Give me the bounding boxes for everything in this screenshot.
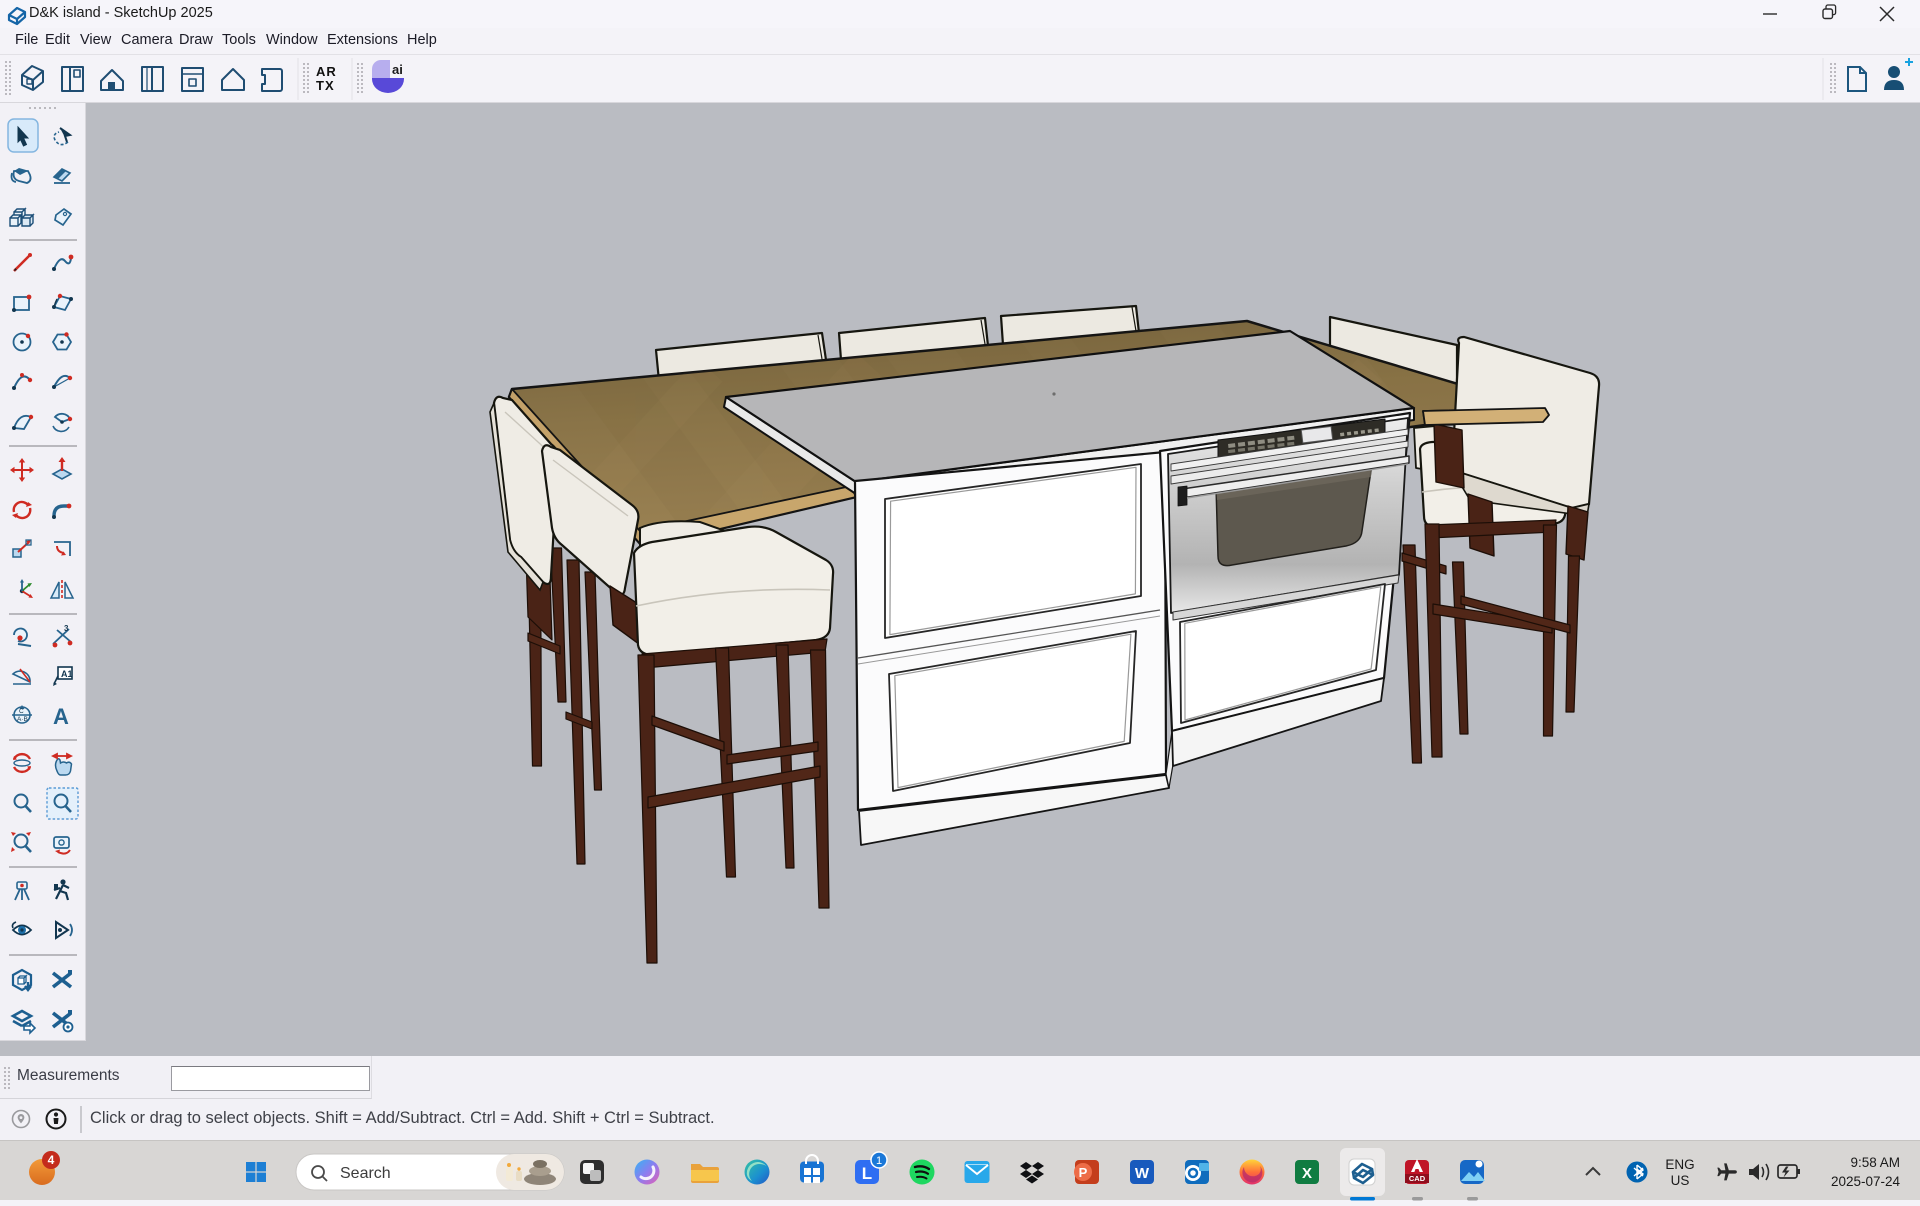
svg-text:A1: A1 [61,669,73,679]
svg-text:A: A [53,704,69,729]
svg-text:2025-07-24: 2025-07-24 [1831,1174,1901,1189]
svg-text:Search: Search [340,1165,391,1182]
svg-text:W: W [1135,1165,1150,1182]
svg-text:P: P [1079,1165,1088,1180]
svg-text:3: 3 [64,624,69,633]
svg-text:X: X [1302,1165,1312,1182]
svg-text:4: 4 [48,1153,55,1167]
svg-text:TX: TX [316,78,335,93]
svg-text:9:58 AM: 9:58 AM [1850,1155,1900,1170]
svg-text:CAD: CAD [1409,1174,1426,1183]
svg-text:ai: ai [392,62,403,77]
svg-text:ENG: ENG [1665,1157,1694,1172]
svg-text:1: 1 [876,1155,882,1167]
svg-text:US: US [1671,1173,1690,1188]
svg-text:A·B: A·B [17,716,28,723]
svg-text:L: L [862,1164,872,1183]
svg-text:C: C [19,708,24,715]
svg-text:AR: AR [316,64,337,79]
